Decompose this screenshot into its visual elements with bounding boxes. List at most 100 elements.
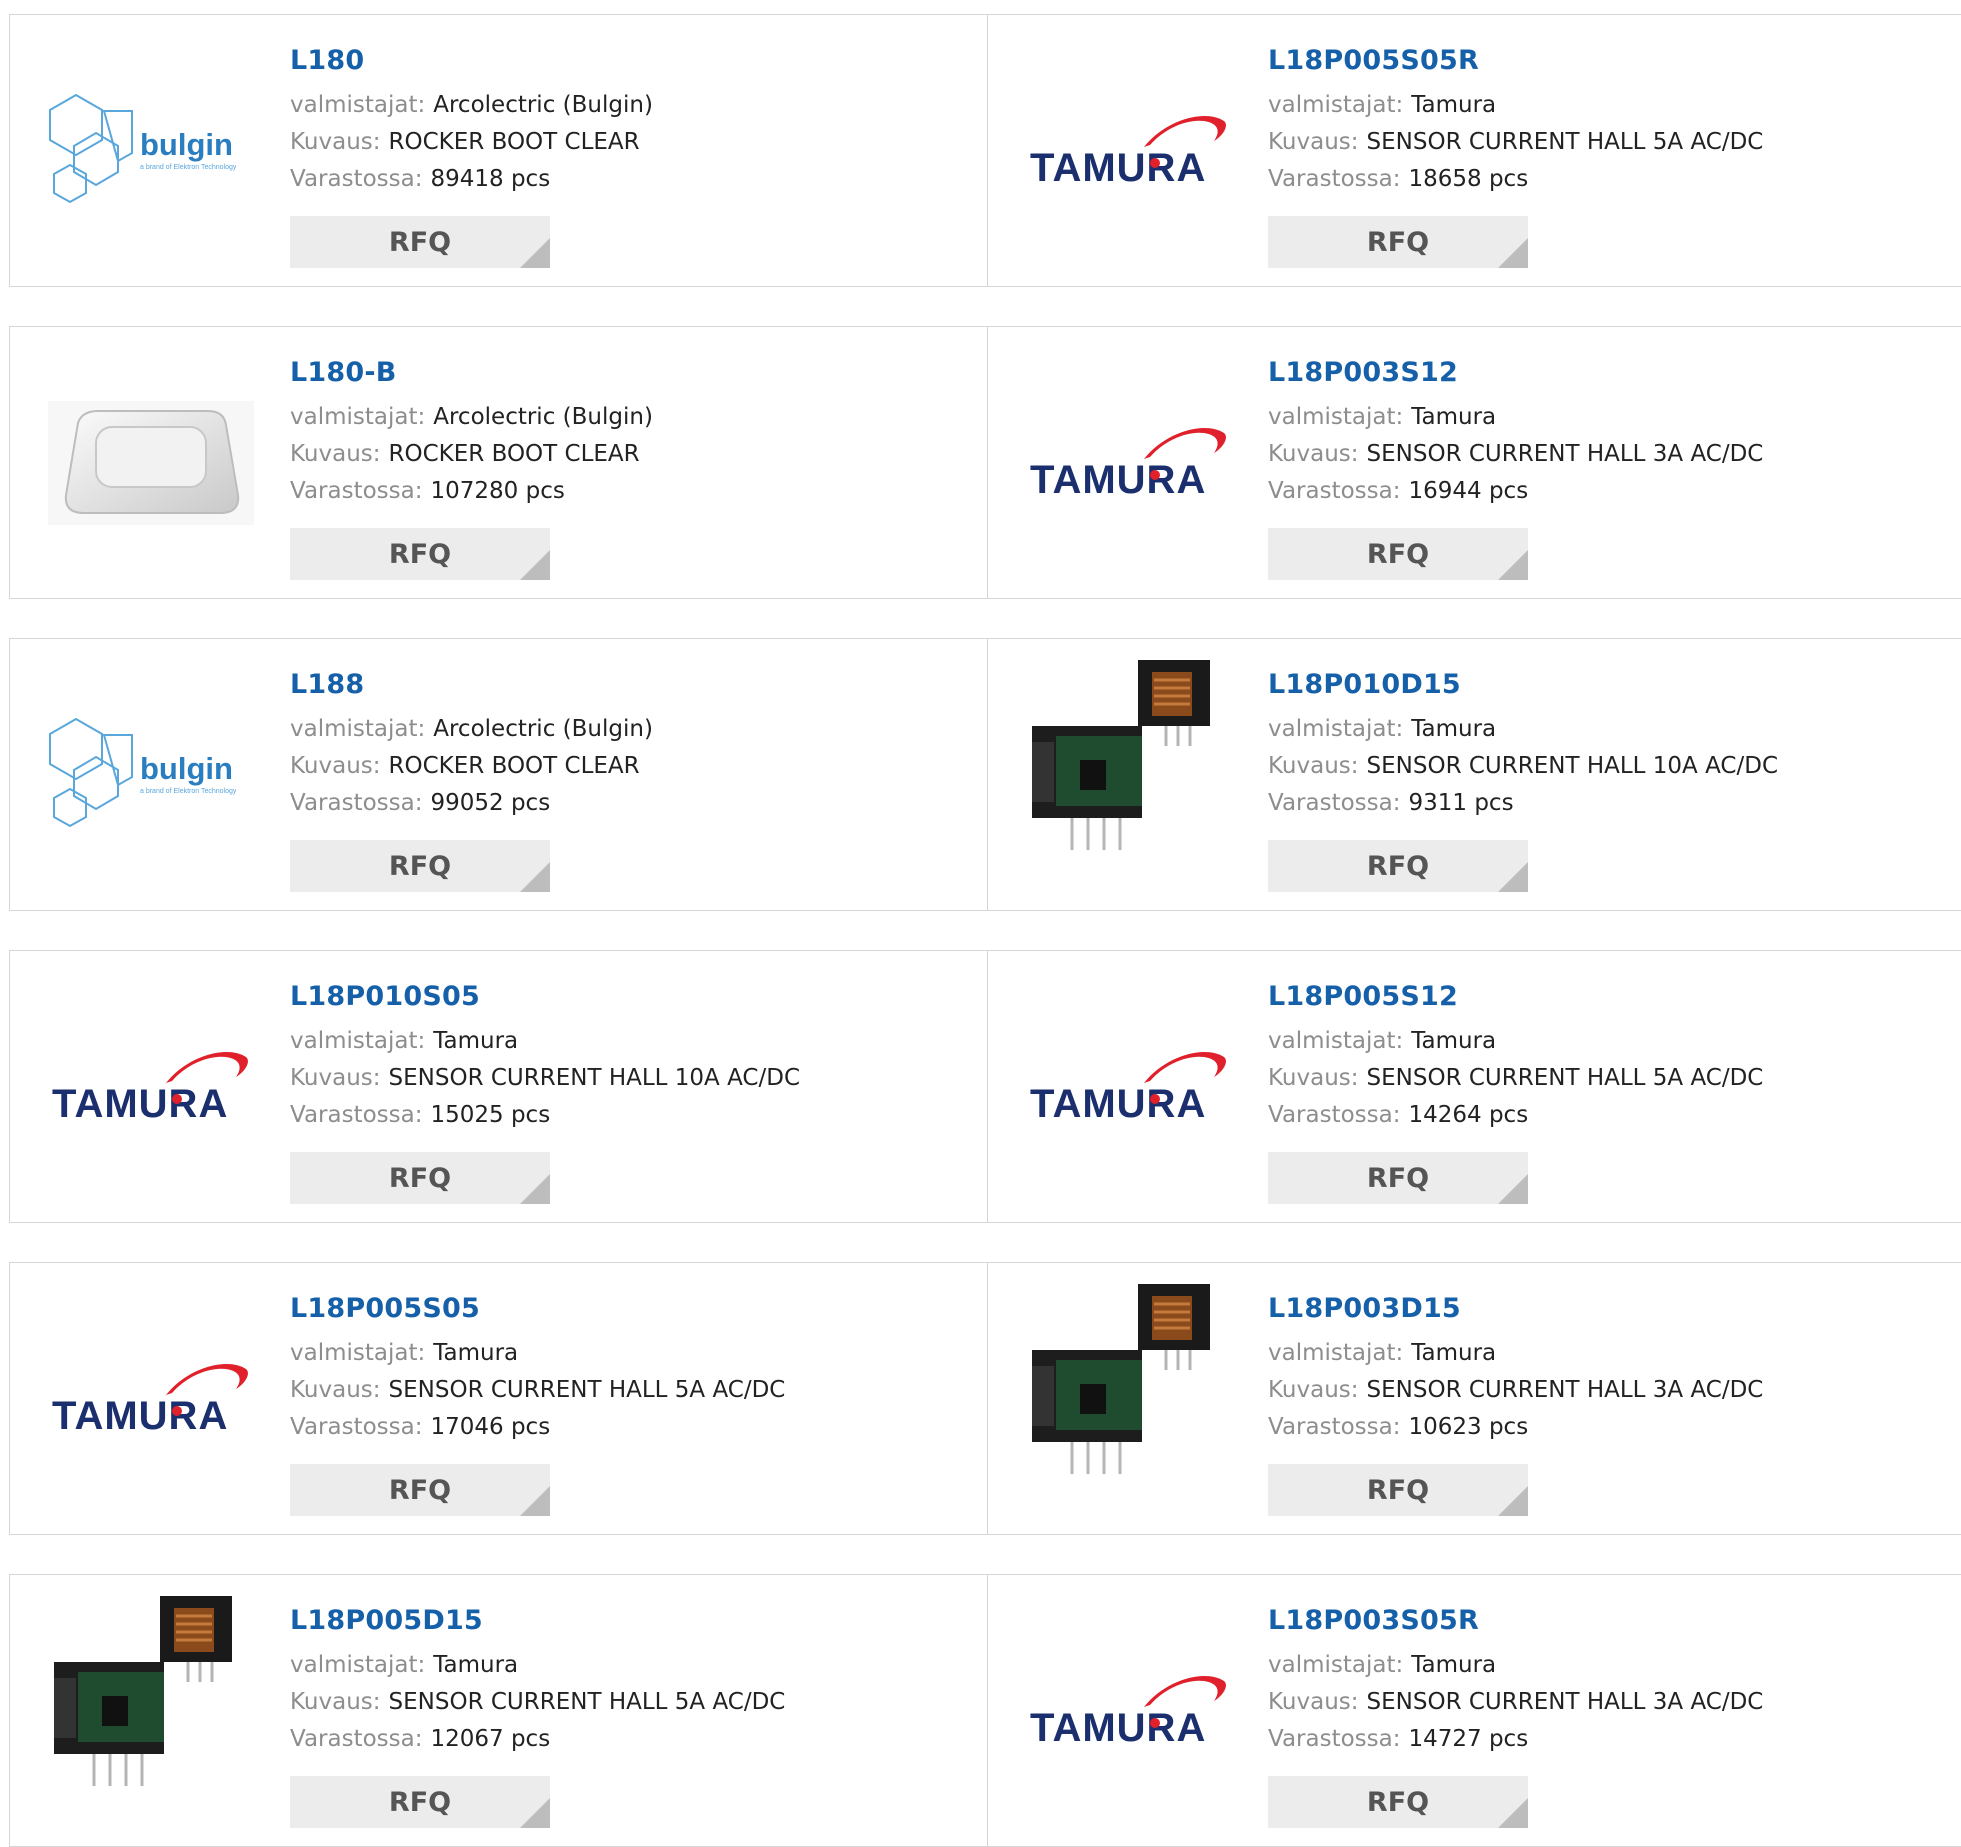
product-image[interactable]: TAMURA: [1026, 1025, 1232, 1149]
rfq-label: RFQ: [1366, 850, 1430, 882]
part-number-link[interactable]: L18P005D15: [290, 1605, 785, 1636]
description-line: Kuvaus: SENSOR CURRENT HALL 5A AC/DC: [290, 1689, 785, 1716]
stock-line: Varastossa: 14727 pcs: [1268, 1726, 1763, 1753]
description-value: SENSOR CURRENT HALL 3A AC/DC: [1366, 1689, 1764, 1715]
stock-line: Varastossa: 12067 pcs: [290, 1726, 785, 1753]
rfq-button[interactable]: RFQ: [1268, 840, 1528, 892]
manufacturer-label: valmistajat:: [290, 716, 426, 742]
svg-text:TAMURA: TAMURA: [52, 1082, 228, 1126]
product-image[interactable]: bulgin a brand of Elektron Technology: [48, 713, 254, 837]
product-image[interactable]: [1026, 660, 1232, 850]
product-image[interactable]: TAMURA: [1026, 401, 1232, 525]
rfq-button[interactable]: RFQ: [1268, 1464, 1528, 1516]
stock-label: Varastossa:: [1268, 478, 1401, 504]
part-number-link[interactable]: L18P005S05R: [1268, 45, 1763, 76]
manufacturer-value: Tamura: [1411, 404, 1497, 430]
description-line: Kuvaus: SENSOR CURRENT HALL 3A AC/DC: [1268, 1689, 1763, 1716]
product-image[interactable]: TAMURA: [48, 1337, 254, 1461]
part-number-link[interactable]: L18P003D15: [1268, 1293, 1763, 1324]
description-value: SENSOR CURRENT HALL 10A AC/DC: [1366, 753, 1779, 779]
rfq-label: RFQ: [388, 538, 452, 570]
stock-value: 10623 pcs: [1408, 1414, 1529, 1440]
rfq-button[interactable]: RFQ: [290, 528, 550, 580]
manufacturer-label: valmistajat:: [290, 1028, 426, 1054]
description-line: Kuvaus: ROCKER BOOT CLEAR: [290, 753, 653, 780]
rfq-button[interactable]: RFQ: [290, 1464, 550, 1516]
description-value: SENSOR CURRENT HALL 3A AC/DC: [1366, 441, 1764, 467]
stock-label: Varastossa:: [1268, 1726, 1401, 1752]
rfq-button[interactable]: RFQ: [1268, 528, 1528, 580]
part-number-link[interactable]: L188: [290, 669, 653, 700]
description-label: Kuvaus:: [290, 1689, 381, 1715]
manufacturer-line: valmistajat: Arcolectric (Bulgin): [290, 404, 653, 431]
manufacturer-label: valmistajat:: [290, 404, 426, 430]
part-number-link[interactable]: L18P005S12: [1268, 981, 1763, 1012]
rfq-button[interactable]: RFQ: [290, 1776, 550, 1828]
tamura-logo: TAMURA: [1030, 1676, 1226, 1750]
tamura-logo: TAMURA: [1030, 1052, 1226, 1126]
description-label: Kuvaus:: [1268, 1689, 1359, 1715]
description-label: Kuvaus:: [290, 753, 381, 779]
corner-triangle-icon: [520, 1174, 550, 1204]
manufacturer-line: valmistajat: Tamura: [290, 1652, 785, 1679]
manufacturer-value: Tamura: [433, 1028, 519, 1054]
description-value: SENSOR CURRENT HALL 5A AC/DC: [388, 1377, 786, 1403]
sensor-photo: [54, 1596, 232, 1786]
stock-value: 107280 pcs: [430, 478, 565, 504]
manufacturer-value: Arcolectric (Bulgin): [433, 404, 653, 430]
part-number-link[interactable]: L18P005S05: [290, 1293, 785, 1324]
svg-text:bulgin: bulgin: [140, 751, 233, 786]
manufacturer-value: Arcolectric (Bulgin): [433, 716, 653, 742]
part-number-link[interactable]: L18P010D15: [1268, 669, 1778, 700]
manufacturer-value: Tamura: [1411, 92, 1497, 118]
rfq-button[interactable]: RFQ: [1268, 216, 1528, 268]
part-number-link[interactable]: L18P003S12: [1268, 357, 1763, 388]
corner-triangle-icon: [1498, 1798, 1528, 1828]
description-value: SENSOR CURRENT HALL 3A AC/DC: [1366, 1377, 1764, 1403]
manufacturer-line: valmistajat: Tamura: [1268, 92, 1763, 119]
stock-value: 14727 pcs: [1408, 1726, 1529, 1752]
rfq-button[interactable]: RFQ: [1268, 1776, 1528, 1828]
product-card: bulgin a brand of Elektron Technology L1…: [10, 15, 988, 286]
stock-value: 15025 pcs: [430, 1102, 551, 1128]
part-number-link[interactable]: L18P010S05: [290, 981, 800, 1012]
description-label: Kuvaus:: [1268, 441, 1359, 467]
stock-label: Varastossa:: [1268, 790, 1401, 816]
manufacturer-line: valmistajat: Tamura: [1268, 1028, 1763, 1055]
manufacturer-value: Tamura: [1411, 716, 1497, 742]
rfq-button[interactable]: RFQ: [290, 1152, 550, 1204]
description-line: Kuvaus: SENSOR CURRENT HALL 3A AC/DC: [1268, 441, 1763, 468]
rfq-button[interactable]: RFQ: [1268, 1152, 1528, 1204]
stock-label: Varastossa:: [290, 1726, 423, 1752]
product-image[interactable]: TAMURA: [1026, 1649, 1232, 1773]
product-card: TAMURA L18P010S05 valmistajat: Tamura Kuv…: [10, 951, 988, 1222]
description-value: SENSOR CURRENT HALL 5A AC/DC: [1366, 129, 1764, 155]
manufacturer-line: valmistajat: Arcolectric (Bulgin): [290, 92, 653, 119]
product-image[interactable]: TAMURA: [48, 1025, 254, 1149]
manufacturer-line: valmistajat: Tamura: [290, 1340, 785, 1367]
stock-value: 12067 pcs: [430, 1726, 551, 1752]
part-number-link[interactable]: L180: [290, 45, 653, 76]
manufacturer-label: valmistajat:: [290, 1340, 426, 1366]
product-row: L180-B valmistajat: Arcolectric (Bulgin) …: [9, 326, 1961, 599]
corner-triangle-icon: [520, 238, 550, 268]
product-image[interactable]: [1026, 1284, 1232, 1474]
product-image[interactable]: bulgin a brand of Elektron Technology: [48, 89, 254, 213]
stock-value: 99052 pcs: [430, 790, 551, 816]
product-image[interactable]: [48, 1596, 254, 1786]
description-line: Kuvaus: SENSOR CURRENT HALL 10A AC/DC: [1268, 753, 1778, 780]
manufacturer-value: Tamura: [1411, 1028, 1497, 1054]
part-number-link[interactable]: L18P003S05R: [1268, 1605, 1763, 1636]
stock-line: Varastossa: 9311 pcs: [1268, 790, 1778, 817]
corner-triangle-icon: [1498, 550, 1528, 580]
part-number-link[interactable]: L180-B: [290, 357, 653, 388]
stock-label: Varastossa:: [290, 478, 423, 504]
product-card: TAMURA L18P005S05 valmistajat: Tamura Kuv…: [10, 1263, 988, 1534]
manufacturer-line: valmistajat: Tamura: [1268, 1340, 1763, 1367]
product-card: TAMURA L18P003S12 valmistajat: Tamura Kuv…: [988, 327, 1961, 598]
rfq-button[interactable]: RFQ: [290, 216, 550, 268]
product-image[interactable]: [48, 401, 254, 525]
product-image[interactable]: TAMURA: [1026, 89, 1232, 213]
rfq-button[interactable]: RFQ: [290, 840, 550, 892]
manufacturer-line: valmistajat: Arcolectric (Bulgin): [290, 716, 653, 743]
